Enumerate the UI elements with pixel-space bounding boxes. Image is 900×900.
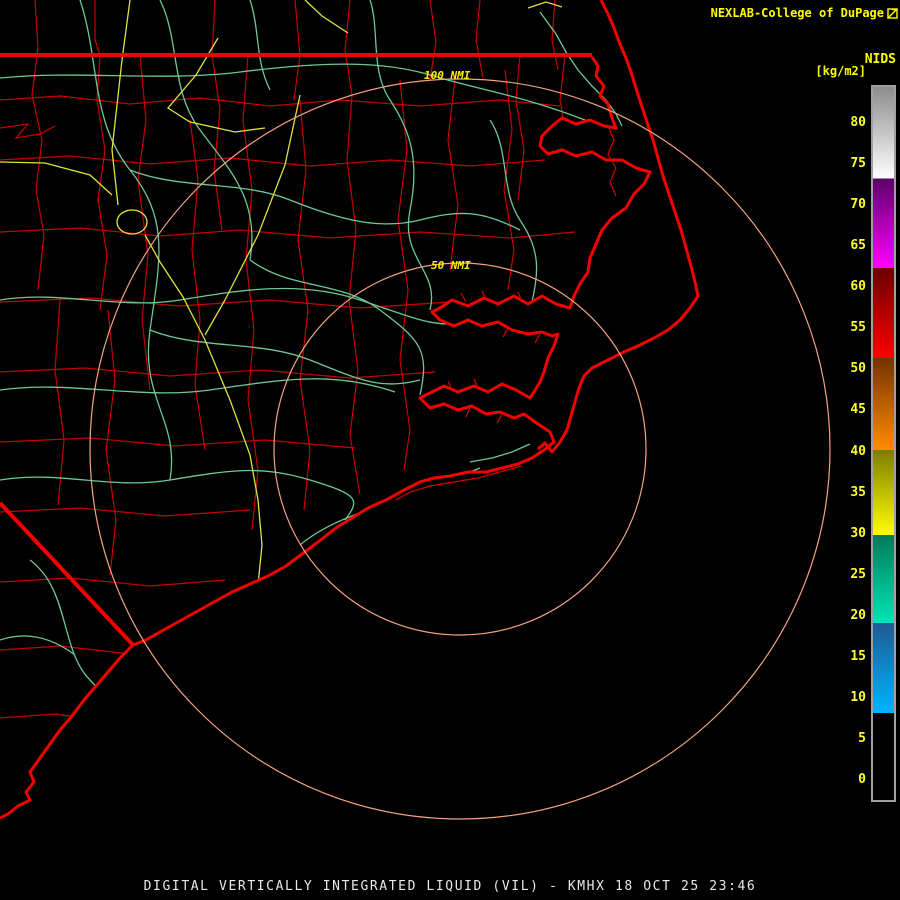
range-ring-label-50nmi: 50 NMI (431, 259, 471, 272)
colorbar (871, 85, 896, 802)
nexlab-logo-icon (887, 7, 898, 19)
title-bar: NEXLAB-College of DuPage (711, 6, 898, 20)
range-ring-label-100nmi: 100 NMI (424, 69, 471, 82)
state-borders (0, 53, 592, 647)
colorbar-tick: 80 (850, 115, 866, 130)
colorbar-tick: 10 (850, 689, 866, 705)
coastline (0, 0, 700, 820)
colorbar-tick: 45 (850, 402, 866, 418)
colorbar-tick: 5 (858, 730, 866, 746)
colorbar-tick: 40 (850, 443, 866, 459)
colorbar-tick: 70 (850, 197, 866, 213)
colorbar-tick: 65 (850, 238, 866, 254)
colorbar-tick: 20 (850, 607, 866, 623)
colorbar-gradient (873, 87, 894, 800)
road-network (0, 0, 586, 781)
colorbar-tick: 30 (850, 525, 866, 541)
estuary-detail (395, 125, 617, 501)
colorbar-tick: 55 (850, 320, 866, 336)
colorbar-tick: 25 (850, 566, 866, 582)
app-title: NEXLAB-College of DuPage (710, 6, 884, 20)
radar-display: 100 NMI 50 NMI NEXLAB-College of DuPage … (0, 0, 900, 900)
product-label: NIDS (864, 52, 896, 67)
range-ring-100nmi (89, 78, 831, 820)
colorbar-tick: 50 (850, 361, 866, 377)
range-rings (89, 78, 831, 820)
colorbar-tick: 35 (850, 484, 866, 500)
radar-map: 100 NMI 50 NMI (0, 0, 831, 820)
colorbar-tick: 60 (850, 279, 866, 295)
county-boundaries (0, 0, 576, 723)
colorbar-tick: 0 (858, 772, 866, 787)
colorbar-tick: 15 (850, 648, 866, 664)
units-label: [kg/m2] (815, 64, 866, 78)
range-ring-50nmi (273, 262, 647, 636)
colorbar-tick: 75 (850, 156, 866, 172)
product-caption: DIGITAL VERTICALLY INTEGRATED LIQUID (VI… (143, 879, 757, 894)
